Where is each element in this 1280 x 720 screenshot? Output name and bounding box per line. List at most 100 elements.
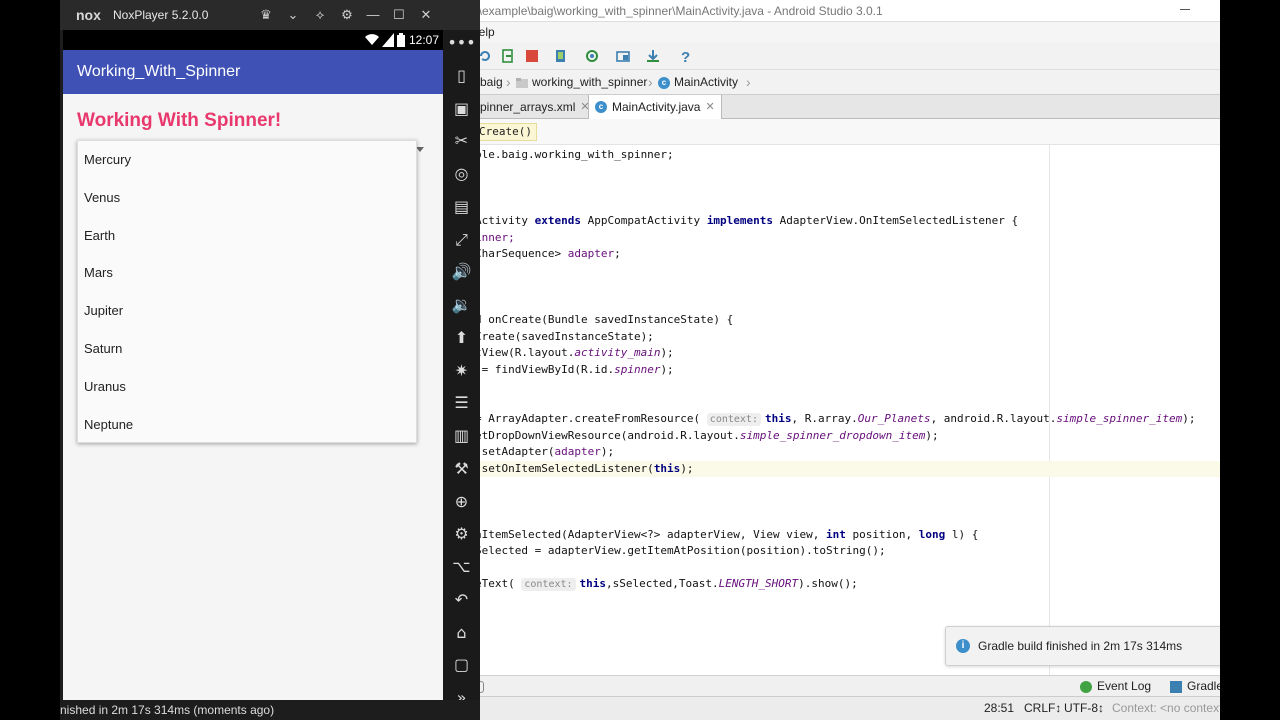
breadcrumb-class-mainactivity[interactable]: c MainActivity — [658, 70, 738, 95]
event-log-icon — [1080, 680, 1092, 693]
spinner-option-venus[interactable]: Venus — [78, 179, 418, 217]
parameter-hint: context: — [521, 578, 576, 591]
screen: va\com\example\baig\working_with_spinner… — [0, 0, 1280, 720]
chevron-down-icon[interactable]: ⌄ — [285, 0, 301, 30]
pin-icon[interactable]: ⟡ — [312, 0, 328, 30]
multi-instance-icon[interactable]: ☰ — [443, 388, 480, 418]
stop-icon[interactable] — [525, 49, 539, 63]
code-token: ; — [614, 247, 621, 260]
event-log-button[interactable]: Event Log — [1080, 676, 1151, 697]
code-token: CharSequence> — [475, 247, 568, 260]
close-icon[interactable]: ✕ — [705, 95, 714, 119]
caret-position[interactable]: 28:51 — [984, 697, 1014, 719]
minimize-icon[interactable] — [1180, 9, 1190, 10]
close-icon[interactable]: ✕ — [418, 0, 434, 30]
gradle-button[interactable]: Gradle — [1170, 676, 1220, 697]
letterbox-left — [0, 0, 60, 720]
code-text: ple.baig.working_with_spinner; — [475, 147, 674, 164]
crown-icon[interactable]: ♛ — [258, 0, 274, 30]
maximize-icon[interactable]: ☐ — [391, 0, 407, 30]
breadcrumb-package-baig[interactable]: baig — [480, 70, 503, 95]
code-token: this — [579, 577, 607, 590]
robot-icon[interactable]: ▣ — [443, 94, 480, 124]
code-token: this — [653, 461, 681, 475]
sync-icon[interactable] — [585, 49, 599, 63]
code-token: .setOnItemSelectedListener( — [475, 461, 654, 475]
code-token: this — [764, 412, 792, 425]
code-token: Selected = adapterView.getItemAtPosition… — [475, 544, 886, 557]
avd-manager-icon[interactable] — [554, 49, 568, 63]
breadcrumb-separator-icon: › — [648, 74, 653, 90]
clock: 12:07 — [409, 33, 440, 47]
code-token: inner; — [475, 230, 515, 244]
event-log-label: Event Log — [1097, 679, 1152, 693]
code-text: .setAdapter(adapter); — [475, 444, 614, 461]
spinner-option-mercury[interactable]: Mercury — [78, 141, 418, 179]
scissors-icon[interactable]: ✂ — [443, 126, 480, 156]
code-text: etDropDownViewResource(android.R.layout.… — [475, 428, 939, 445]
tab-label: MainActivity.java — [612, 100, 701, 114]
add-icon[interactable]: ⊕ — [443, 487, 480, 517]
project-structure-icon[interactable] — [616, 49, 630, 63]
method-breadcrumb[interactable]: Create() — [474, 123, 537, 141]
gear-icon[interactable]: ⚙ — [339, 0, 355, 30]
code-token: long — [918, 527, 946, 541]
app-title: Working_With_Spinner — [77, 63, 241, 80]
code-token: tView(R.layout. — [475, 346, 575, 359]
sdk-manager-icon[interactable] — [646, 49, 660, 63]
code-token: ); — [680, 461, 694, 475]
code-text: d onCreate(Bundle savedInstanceState) { — [475, 312, 733, 329]
toolbox-icon[interactable]: ⚒ — [443, 454, 480, 484]
gradle-label: Gradle — [1187, 679, 1220, 693]
macro-icon[interactable]: ⌥ — [443, 552, 480, 582]
settings-icon[interactable]: ⚙ — [443, 519, 480, 549]
code-token: extends — [534, 214, 581, 227]
more-icon[interactable]: ••• — [443, 28, 480, 58]
gradle-build-notification[interactable]: i Gradle build finished in 2m 17s 314ms — [945, 626, 1220, 666]
keyboard-icon[interactable]: ▤ — [443, 192, 480, 222]
spinner-option-neptune[interactable]: Neptune — [78, 406, 418, 444]
breadcrumb-label: working_with_spinner — [532, 75, 648, 89]
volume-down-icon[interactable]: 🔉 — [443, 290, 480, 320]
code-text: nItemSelected(AdapterView<?> adapterView… — [475, 527, 978, 544]
code-token: ); — [600, 445, 615, 458]
tab-spinner-arrays-xml[interactable]: pinner_arrays.xml ✕ — [474, 95, 596, 119]
noxplayer-window: nox NoxPlayer 5.2.0.0 ♛ ⌄ ⟡ ⚙ — ☐ ✕ 12:0… — [60, 0, 480, 720]
screenshot-icon[interactable]: ▥ — [443, 421, 480, 451]
code-token: ple.baig.working_with_spinner; — [475, 148, 674, 161]
breadcrumb-package-working-with-spinner[interactable]: working_with_spinner — [516, 70, 647, 95]
back-icon[interactable]: ↶ — [443, 585, 480, 615]
spinner-option-jupiter[interactable]: Jupiter — [78, 292, 418, 330]
letterbox-right — [1220, 0, 1280, 720]
code-token: ); — [660, 362, 674, 376]
spinner-option-earth[interactable]: Earth — [78, 217, 418, 255]
code-token: , R.array. — [791, 412, 858, 425]
fullscreen-icon[interactable]: ⤢ — [443, 225, 480, 255]
context-indicator: Context: <no context> — [1112, 701, 1220, 715]
home-icon[interactable]: ⌂ — [443, 618, 480, 648]
apply-changes-icon[interactable] — [501, 49, 515, 63]
phone-icon[interactable]: ▯ — [443, 61, 480, 91]
code-text: Create(savedInstanceState); — [475, 329, 654, 346]
install-apk-icon[interactable]: ⬆ — [443, 323, 480, 353]
code-token: nItemSelected(AdapterView<?> adapterView… — [475, 527, 826, 541]
app-bar: Working_With_Spinner — [63, 50, 443, 94]
tab-mainactivity-java[interactable]: c MainActivity.java ✕ — [588, 95, 722, 119]
rerun-icon[interactable] — [478, 49, 492, 63]
minimize-icon[interactable]: — — [365, 0, 381, 30]
spinner-option-saturn[interactable]: Saturn — [78, 330, 418, 368]
help-icon[interactable]: ? — [678, 49, 692, 63]
breadcrumb-separator-icon: › — [746, 74, 751, 90]
recent-apps-icon[interactable]: ▢ — [443, 650, 480, 680]
file-encoding[interactable]: UTF-8↕ — [1064, 697, 1104, 719]
location-icon[interactable]: ◎ — [443, 159, 480, 189]
class-icon: c — [595, 101, 607, 113]
code-text: = findViewById(R.id.spinner); — [475, 362, 674, 379]
loading-icon[interactable]: ✷ — [443, 356, 480, 386]
spinner-option-mars[interactable]: Mars — [78, 254, 418, 292]
code-token: spinner — [614, 362, 661, 376]
volume-up-icon[interactable]: 🔊 — [443, 257, 480, 287]
android-status-bar: 12:07 — [63, 30, 443, 50]
spinner-option-uranus[interactable]: Uranus — [78, 368, 418, 406]
line-separator[interactable]: CRLF↕ — [1024, 697, 1061, 719]
